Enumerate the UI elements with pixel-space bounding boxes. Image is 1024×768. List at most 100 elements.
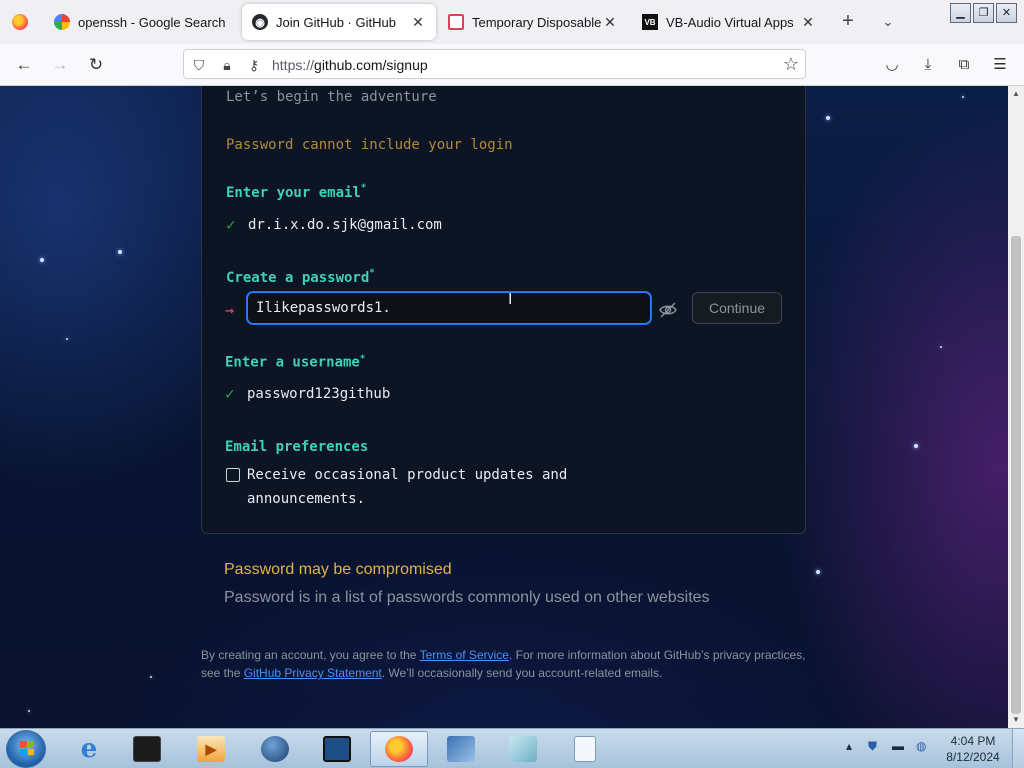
tab-join-github[interactable]: ◉ Join GitHub · GitHub ✕ [242, 4, 436, 40]
star-decoration [914, 444, 918, 448]
page-viewport: Let’s begin the adventure Password canno… [0, 86, 1008, 728]
toggle-password-visibility-icon[interactable] [659, 301, 677, 319]
product-updates-checkbox-label[interactable]: Receive occasional product updates and a… [247, 463, 607, 511]
address-bar[interactable]: ⛉ 🔒︎ ⚷ https://github.com/signup ☆ [183, 49, 806, 79]
taskbar-clock[interactable]: 4:04 PM 8/12/2024 [942, 733, 1004, 765]
tab-google-search[interactable]: openssh - Google Search [44, 4, 240, 40]
bookmark-star-icon[interactable]: ☆ [783, 54, 799, 75]
vb-audio-icon: VB [642, 14, 658, 30]
start-button[interactable] [6, 730, 46, 768]
continue-button[interactable]: Continue [692, 292, 782, 324]
username-valid-check-icon: ✓ [225, 384, 235, 403]
tab-title: Temporary Disposable Gm [472, 14, 602, 30]
back-button[interactable]: ← [12, 53, 36, 77]
forward-button[interactable]: → [48, 53, 72, 77]
close-tab-icon[interactable]: ✕ [410, 14, 426, 31]
lock-icon[interactable]: 🔒︎ [217, 55, 237, 75]
firefox-icon [385, 736, 413, 762]
pocket-icon[interactable]: ◡ [881, 54, 903, 76]
username-label: Enter a username* [225, 354, 366, 371]
star-decoration [940, 346, 942, 348]
firefox-icon [12, 14, 28, 30]
list-all-tabs-button[interactable]: ⌄ [876, 10, 900, 34]
legal-notice: By creating an account, you agree to the… [201, 648, 806, 680]
minimize-window-button[interactable]: ▁ [950, 3, 971, 23]
new-tab-button[interactable]: + [836, 10, 860, 34]
downloads-icon[interactable]: ⤓ [917, 54, 939, 76]
browser-nav-bar: ← → ↻ ⛉ 🔒︎ ⚷ https://github.com/signup ☆… [0, 44, 1024, 86]
email-valid-check-icon: ✓ [226, 215, 236, 234]
password-compromised-title: Password may be compromised [224, 561, 452, 578]
clock-time: 4:04 PM [950, 734, 996, 748]
restore-window-button[interactable]: ❐ [973, 3, 994, 23]
star-decoration [28, 710, 30, 712]
menu-hamburger-icon[interactable]: ☰ [989, 54, 1011, 76]
taskbar-terminal[interactable] [118, 731, 176, 767]
url-text: https://github.com/signup [272, 57, 428, 73]
security-shield-icon[interactable]: ⛊ [868, 739, 877, 754]
password-login-warning: Password cannot include your login [226, 137, 513, 153]
star-decoration [66, 338, 68, 340]
show-desktop-button[interactable] [1012, 729, 1024, 768]
google-icon [54, 14, 70, 30]
windows-logo-icon [20, 741, 34, 755]
mail-icon [448, 14, 464, 30]
taskbar-network[interactable] [432, 731, 490, 767]
text-cursor-icon: I [508, 291, 513, 308]
taskbar-book[interactable] [494, 731, 552, 767]
browser-tab-bar: openssh - Google Search ◉ Join GitHub · … [0, 0, 1024, 44]
taskbar-media-player[interactable]: ▶ [182, 731, 240, 767]
permissions-key-icon[interactable]: ⚷ [244, 55, 264, 75]
product-updates-checkbox[interactable] [226, 468, 240, 482]
firefox-view-button[interactable] [0, 0, 40, 44]
email-preferences-label: Email preferences [225, 439, 369, 455]
star-decoration [40, 258, 44, 262]
privacy-statement-link[interactable]: GitHub Privacy Statement [244, 666, 382, 680]
scrollbar-thumb[interactable] [1011, 236, 1021, 714]
password-compromised-description: Password is in a list of passwords commo… [224, 589, 710, 606]
required-mark: * [360, 183, 367, 193]
password-current-step-arrow-icon: → [225, 301, 235, 319]
username-value[interactable]: password123github [247, 386, 390, 402]
taskbar-globe[interactable] [246, 731, 304, 767]
extensions-icon[interactable]: ⧉ [953, 54, 975, 76]
github-icon: ◉ [252, 14, 268, 30]
scroll-up-arrow-icon[interactable]: ▲ [1008, 86, 1024, 102]
close-tab-icon[interactable]: ✕ [800, 14, 816, 31]
globe-icon [261, 736, 289, 762]
terminal-icon [133, 736, 161, 762]
star-decoration [150, 676, 152, 678]
volume-icon[interactable]: ◍ [916, 739, 926, 753]
internet-explorer-icon: e [80, 734, 98, 764]
password-field[interactable] [247, 292, 651, 324]
tab-vb-audio[interactable]: VB VB-Audio Virtual Apps ✕ [632, 4, 826, 40]
password-label: Create a password* [226, 268, 375, 286]
terms-of-service-link[interactable]: Terms of Service [420, 648, 509, 662]
notepad-icon [574, 736, 596, 762]
email-value[interactable]: dr.i.x.do.sjk@gmail.com [248, 217, 442, 233]
tab-title: openssh - Google Search [78, 14, 226, 30]
taskbar-monitor[interactable] [308, 731, 366, 767]
network-icon [447, 736, 475, 762]
star-decoration [826, 116, 830, 120]
taskbar-notepad[interactable] [556, 731, 614, 767]
close-tab-icon[interactable]: ✕ [602, 14, 618, 31]
reload-button[interactable]: ↻ [84, 53, 108, 77]
taskbar-internet-explorer[interactable]: e [60, 731, 118, 767]
required-mark: * [369, 268, 375, 278]
display-tray-icon[interactable]: ▬ [892, 739, 904, 753]
signup-lead-text: Let’s begin the adventure [226, 89, 437, 105]
show-hidden-icons-icon[interactable]: ▴ [846, 739, 852, 753]
page-scrollbar[interactable]: ▲ ▼ [1008, 86, 1024, 728]
tab-temporary-mail[interactable]: Temporary Disposable Gm ✕ [438, 4, 628, 40]
tracking-protection-shield-icon[interactable]: ⛉ [189, 55, 209, 75]
required-mark: * [359, 354, 366, 364]
close-window-button[interactable]: ✕ [996, 3, 1017, 23]
star-decoration [816, 570, 820, 574]
scroll-down-arrow-icon[interactable]: ▼ [1008, 712, 1024, 728]
star-decoration [118, 250, 122, 254]
windows-taskbar: e ▶ ▴ ⛊ ▬ ◍ 4:04 PM 8/12/2024 [0, 728, 1024, 768]
media-player-icon: ▶ [197, 736, 225, 762]
star-decoration [962, 96, 964, 98]
taskbar-firefox[interactable] [370, 731, 428, 767]
